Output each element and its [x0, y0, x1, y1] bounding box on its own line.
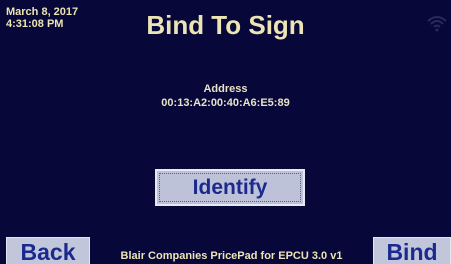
bind-to-sign-screen: March 8, 2017 4:31:08 PM Bind To Sign Ad…	[0, 0, 451, 264]
address-value: 00:13:A2:00:40:A6:E5:89	[161, 97, 290, 109]
bind-button[interactable]: Bind	[373, 237, 451, 264]
wifi-icon	[427, 16, 447, 32]
footer-text: Blair Companies PricePad for EPCU 3.0 v1	[120, 250, 343, 262]
back-button-label: Back	[20, 238, 76, 264]
identify-button-label: Identify	[192, 175, 268, 199]
address-label: Address	[203, 83, 248, 95]
bind-button-label: Bind	[386, 238, 438, 264]
page-title: Bind To Sign	[146, 10, 305, 40]
identify-button[interactable]: Identify	[155, 169, 305, 206]
back-button[interactable]: Back	[6, 237, 90, 264]
